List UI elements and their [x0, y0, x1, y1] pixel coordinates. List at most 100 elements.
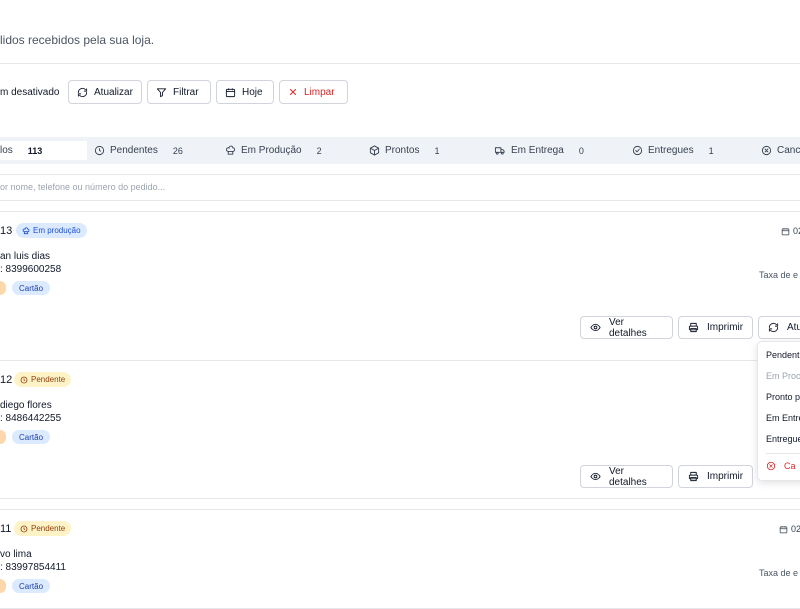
menu-divider	[766, 453, 800, 454]
payment-tag	[0, 281, 6, 295]
delivery-fee: Taxa de e	[759, 568, 799, 578]
tab-all[interactable]: los 113	[0, 141, 87, 160]
toggle-label: m desativado	[0, 87, 60, 98]
today-button[interactable]: Hoje	[216, 80, 274, 104]
payment-tag	[0, 430, 6, 444]
tab-count: 26	[172, 145, 183, 156]
status-badge-label: Pendente	[31, 524, 66, 533]
tab-delivered[interactable]: Entregues 1	[632, 137, 714, 164]
status-badge: Pendente	[14, 372, 72, 387]
eye-icon	[590, 471, 601, 482]
tab-count: 1	[434, 145, 440, 156]
clock-icon	[94, 145, 105, 156]
payment-badge: Cartão	[12, 281, 51, 295]
update-status-button[interactable]: Atu	[758, 316, 800, 339]
customer-phone: : 8486442255	[0, 413, 62, 424]
view-details-label: Ver detalhes	[609, 316, 647, 339]
page-subtitle: lidos recebidos pela sua loja.	[0, 33, 155, 47]
order-date: 02	[781, 226, 800, 236]
print-button[interactable]: Imprimir	[678, 316, 753, 339]
tab-in-production[interactable]: Em Produção 2	[225, 137, 322, 164]
eye-icon	[590, 322, 601, 333]
customer-name: an luis dias	[0, 251, 51, 262]
status-badge: Pendente	[14, 521, 72, 536]
order-card: 13 Em produção 02 an luis dias : 8399600…	[0, 211, 800, 361]
view-details-button[interactable]: Ver detalhes	[580, 465, 673, 488]
print-label: Imprimir	[707, 471, 744, 482]
tab-in-delivery[interactable]: Em Entrega 0	[494, 137, 584, 164]
order-date-text: 02	[793, 226, 800, 236]
order-card: 11 Pendente 02 vo lima : 83997854411 Tax…	[0, 509, 800, 609]
today-label: Hoje	[242, 86, 263, 98]
view-details-label: Ver detalhes	[609, 465, 647, 488]
calendar-icon	[225, 87, 236, 98]
x-circle-icon	[766, 461, 776, 471]
order-number: 13	[0, 225, 13, 237]
payment-badge: Cartão	[12, 579, 51, 593]
delivery-fee: Taxa de e	[759, 270, 799, 280]
chef-hat-icon	[22, 226, 30, 235]
tab-ready[interactable]: Prontos 1	[369, 137, 439, 164]
update-status-label: Atu	[787, 322, 800, 333]
tab-label: Em Entrega	[511, 145, 564, 156]
divider	[0, 174, 800, 175]
order-number: 11	[0, 523, 12, 535]
tab-count: 0	[578, 145, 584, 156]
tab-cancelled[interactable]: Canc	[761, 137, 800, 164]
customer-name: vo lima	[0, 549, 32, 560]
menu-item-ready[interactable]: Pronto p	[766, 392, 800, 402]
menu-item-delivered[interactable]: Entregue	[766, 434, 800, 444]
menu-item-cancel-label: Ca	[784, 461, 796, 471]
filter-label: Filtrar	[173, 86, 199, 98]
tab-pending[interactable]: Pendentes 26	[94, 137, 183, 164]
view-details-button[interactable]: Ver detalhes	[580, 316, 673, 339]
x-circle-icon	[761, 145, 772, 156]
divider	[0, 63, 800, 64]
order-number: 12	[0, 374, 13, 386]
menu-item-in-production: Em Proc	[766, 371, 800, 381]
print-button[interactable]: Imprimir	[678, 465, 753, 488]
customer-name: diego flores	[0, 400, 52, 411]
divider	[0, 200, 800, 201]
clock-icon	[20, 376, 28, 384]
order-date-text: 02	[791, 524, 800, 534]
payment-tag	[0, 579, 6, 593]
refresh-label: Atualizar	[94, 86, 133, 98]
printer-icon	[688, 471, 699, 482]
refresh-icon	[768, 322, 779, 333]
status-dropdown-menu: Pendent Em Proc Pronto p Em Entre Entreg…	[757, 341, 800, 481]
menu-item-pending[interactable]: Pendent	[766, 350, 800, 360]
refresh-icon	[77, 87, 88, 98]
tab-label: Prontos	[385, 145, 420, 156]
status-badge-label: Em produção	[33, 226, 81, 235]
tab-label: Canc	[777, 145, 800, 156]
filter-button[interactable]: Filtrar	[147, 80, 211, 104]
tab-label: Pendentes	[110, 145, 158, 156]
check-circle-icon	[632, 145, 643, 156]
package-icon	[369, 145, 380, 156]
tab-label: Entregues	[648, 145, 694, 156]
filter-icon	[156, 87, 167, 98]
print-label: Imprimir	[707, 322, 744, 333]
tab-count: 113	[27, 145, 43, 156]
calendar-icon	[781, 227, 790, 236]
status-badge: Em produção	[16, 223, 87, 238]
customer-phone: : 83997854411	[0, 562, 66, 573]
clock-icon	[20, 525, 28, 533]
truck-icon	[494, 145, 506, 156]
order-card: 12 Pendente diego flores : 8486442255 Ca…	[0, 360, 800, 499]
status-badge-label: Pendente	[31, 375, 66, 384]
refresh-button[interactable]: Atualizar	[68, 80, 142, 104]
order-date: 02	[779, 524, 800, 534]
search-input[interactable]: or nome, telefone ou número do pedido...	[0, 182, 165, 192]
menu-item-in-delivery[interactable]: Em Entre	[766, 413, 800, 423]
tab-label: los	[0, 145, 13, 156]
tab-count: 2	[316, 145, 322, 156]
payment-badge: Cartão	[12, 430, 51, 444]
calendar-icon	[779, 525, 788, 534]
close-icon	[288, 87, 298, 97]
clear-button[interactable]: Limpar	[279, 80, 348, 104]
chef-hat-icon	[225, 145, 236, 156]
menu-item-cancel[interactable]: Ca	[766, 461, 796, 471]
tab-count: 1	[708, 145, 714, 156]
